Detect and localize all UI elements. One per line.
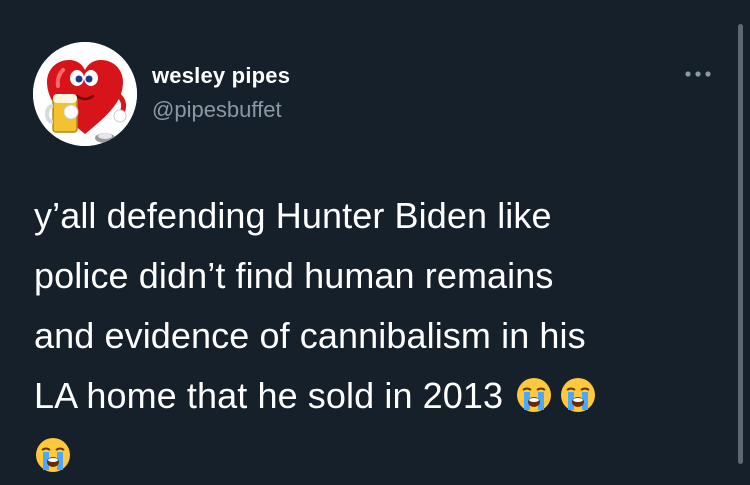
more-dots-graphic bbox=[685, 71, 711, 77]
tweet-text: y’all defending Hunter Biden like police… bbox=[34, 186, 724, 485]
tweet-text-line: police didn’t find human remains bbox=[34, 255, 554, 296]
tweet-text-line: and evidence of cannibalism in his bbox=[34, 315, 586, 356]
loudly-crying-face-icon bbox=[34, 432, 72, 472]
scrollbar[interactable] bbox=[738, 24, 743, 464]
tweet-text-line: y’all defending Hunter Biden like bbox=[34, 195, 552, 236]
tweet-text-line-with-emoji: LA home that he sold in 2013 bbox=[34, 366, 724, 426]
tweet-card: wesley pipes @pipesbuffet y’all defendin… bbox=[0, 0, 750, 485]
user-handle[interactable]: @pipesbuffet bbox=[152, 97, 282, 123]
more-horizontal-icon[interactable] bbox=[683, 64, 713, 84]
tweet-emoji-line bbox=[34, 426, 724, 485]
loudly-crying-face-icon bbox=[515, 372, 553, 412]
loudly-crying-face-icon bbox=[559, 372, 597, 412]
display-name[interactable]: wesley pipes bbox=[152, 63, 290, 89]
avatar[interactable] bbox=[33, 42, 137, 146]
tweet-text-line: LA home that he sold in 2013 bbox=[34, 375, 504, 416]
heart-mascot-icon bbox=[33, 42, 137, 146]
